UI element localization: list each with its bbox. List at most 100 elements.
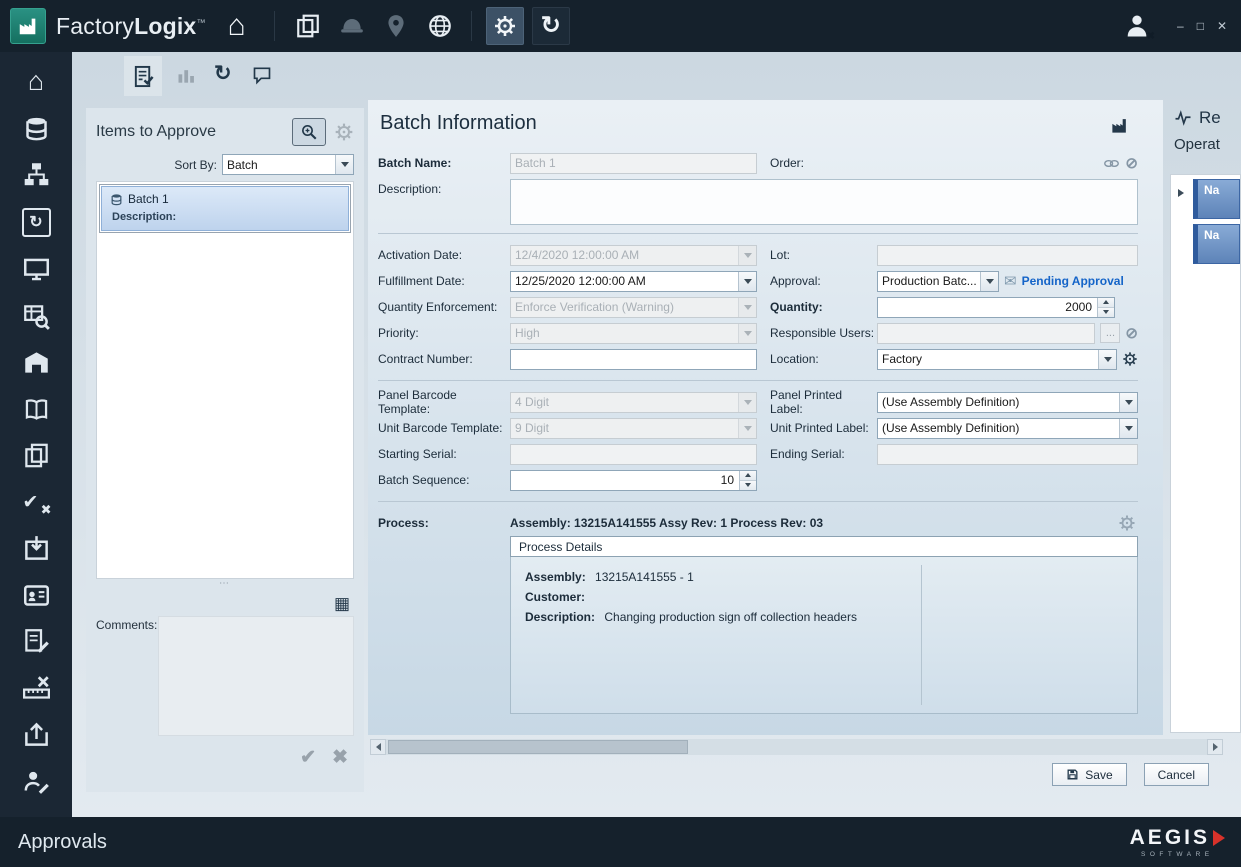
spin-down-button[interactable] (1098, 307, 1114, 317)
measure-icon[interactable] (23, 675, 50, 702)
home-nav-icon[interactable]: ⌂ (28, 68, 44, 95)
save-button[interactable]: Save (1052, 763, 1126, 786)
spin-up-button[interactable] (1098, 298, 1114, 307)
process-settings-gear-icon[interactable] (1118, 514, 1136, 532)
spin-down-button[interactable] (740, 480, 756, 490)
order-link-icon (1103, 155, 1120, 172)
comment-bubble-icon[interactable] (252, 65, 272, 85)
combo-dropdown-button[interactable] (335, 155, 353, 174)
combo-dropdown-button (738, 298, 756, 317)
maximize-button[interactable]: □ (1197, 19, 1204, 33)
list-item[interactable]: Na (1193, 179, 1240, 219)
history-tool[interactable]: ↻ (532, 7, 570, 45)
approve-items-list[interactable]: Batch 1 Description: (96, 181, 354, 579)
approval-status-link[interactable]: Pending Approval (1022, 274, 1124, 288)
sort-by-combo[interactable]: Batch (222, 154, 354, 175)
aegis-software-text: SOFTWARE (1141, 851, 1214, 858)
approve-check-button[interactable]: ✔ (300, 748, 316, 767)
combo-dropdown-button[interactable] (1119, 393, 1137, 412)
chevron-down-icon (1103, 310, 1109, 314)
refresh-nav-icon[interactable]: ↻ (22, 208, 51, 237)
quantity-value: 2000 (878, 298, 1097, 317)
right-panel-list[interactable]: Na Na (1170, 174, 1241, 733)
production-client-icon[interactable] (23, 256, 50, 283)
check-glyph: ✔ (23, 491, 39, 514)
report-chart-icon (1174, 109, 1192, 127)
combo-dropdown-button[interactable] (980, 272, 998, 291)
quantity-spinner[interactable]: 2000 (877, 297, 1115, 318)
import-icon[interactable] (23, 535, 50, 562)
unit-printed-label: Unit Printed Label: (757, 421, 877, 435)
document-edit-icon[interactable] (23, 628, 50, 655)
list-resize-handle[interactable]: ⋯ (96, 579, 354, 589)
badge-icon[interactable] (23, 582, 50, 609)
contract-number-input[interactable] (510, 349, 757, 370)
list-item-selected[interactable]: Batch 1 Description: (99, 184, 351, 233)
combo-dropdown-button (738, 246, 756, 265)
combo-dropdown-button[interactable] (1119, 419, 1137, 438)
combo-dropdown-button[interactable] (1098, 350, 1116, 369)
hardhat-icon (339, 13, 365, 39)
combo-dropdown-button (738, 419, 756, 438)
production-data-icon[interactable] (23, 115, 50, 142)
grid-view-icon[interactable]: ▦ (334, 595, 350, 612)
zoom-search-button[interactable] (292, 118, 326, 146)
scroll-right-button[interactable] (1207, 739, 1223, 755)
batch-sequence-spinner[interactable]: 10 (510, 470, 757, 491)
horizontal-scrollbar[interactable] (370, 739, 1223, 755)
reject-x-button[interactable]: ✖ (332, 748, 348, 767)
home-icon[interactable]: ⌂ (228, 11, 246, 41)
chevron-down-icon (744, 426, 752, 431)
combo-dropdown-button[interactable] (738, 272, 756, 291)
warehouse-icon[interactable] (23, 349, 50, 376)
panel-barcode-label: Panel Barcode Template: (378, 388, 510, 416)
fulfillment-date-combo[interactable]: 12/25/2020 12:00:00 AM (510, 271, 757, 292)
spinner-buttons[interactable] (739, 471, 756, 490)
titlebar: FactoryLogix™ ⌂ ↻ ✖ – □ ✕ (0, 0, 1241, 52)
globe-icon[interactable] (427, 13, 453, 39)
export-icon[interactable] (23, 721, 50, 748)
scroll-left-button[interactable] (370, 739, 386, 755)
form-divider (378, 501, 1138, 502)
scrollbar-thumb[interactable] (388, 740, 688, 754)
expand-arrow-icon[interactable] (1178, 189, 1184, 197)
comments-textarea[interactable] (158, 616, 354, 736)
chevron-down-icon (744, 253, 752, 258)
user-session-button[interactable]: ✖ (1123, 12, 1151, 40)
document-check-icon (132, 65, 155, 88)
tab-details-selected[interactable] (124, 56, 162, 96)
table-search-icon[interactable] (23, 303, 50, 330)
workflow-icon[interactable] (23, 161, 50, 188)
factory-icon[interactable] (1110, 116, 1129, 135)
process-details-tab[interactable]: Process Details (510, 536, 1138, 557)
settings-tool-selected[interactable] (486, 7, 524, 45)
approval-combo[interactable]: Production Batc... (877, 271, 999, 292)
unit-barcode-value: 9 Digit (511, 419, 738, 438)
process-value: Assembly: 13215A141555 Assy Rev: 1 Proce… (510, 516, 1118, 530)
scrollbar-track[interactable] (386, 739, 1207, 755)
close-button[interactable]: ✕ (1217, 19, 1227, 33)
comments-label: Comments: (96, 616, 158, 736)
documents-icon[interactable] (295, 13, 321, 39)
library-icon[interactable] (23, 396, 50, 423)
spinner-buttons[interactable] (1097, 298, 1114, 317)
unit-printed-combo[interactable]: (Use Assembly Definition) (877, 418, 1138, 439)
spin-up-button[interactable] (740, 471, 756, 480)
ending-serial-label: Ending Serial: (757, 447, 877, 461)
approvals-nav-icon[interactable]: ✔ ✖ (23, 489, 50, 516)
activation-date-combo: 12/4/2020 12:00:00 AM (510, 245, 757, 266)
description-textarea[interactable] (510, 179, 1138, 225)
aegis-arrow-icon (1213, 830, 1225, 846)
sign-off-icon[interactable] (23, 768, 50, 795)
detail-description-label: Description: (525, 610, 595, 624)
minimize-button[interactable]: – (1177, 19, 1184, 33)
location-settings-gear-icon[interactable] (1122, 351, 1138, 367)
location-combo[interactable]: Factory (877, 349, 1117, 370)
cancel-button[interactable]: Cancel (1144, 763, 1209, 786)
trademark: ™ (196, 17, 205, 27)
list-item[interactable]: Na (1193, 224, 1240, 264)
documents-nav-icon[interactable] (23, 442, 50, 469)
panel-printed-value: (Use Assembly Definition) (878, 393, 1119, 412)
sync-icon[interactable]: ↻ (214, 61, 232, 86)
panel-printed-combo[interactable]: (Use Assembly Definition) (877, 392, 1138, 413)
